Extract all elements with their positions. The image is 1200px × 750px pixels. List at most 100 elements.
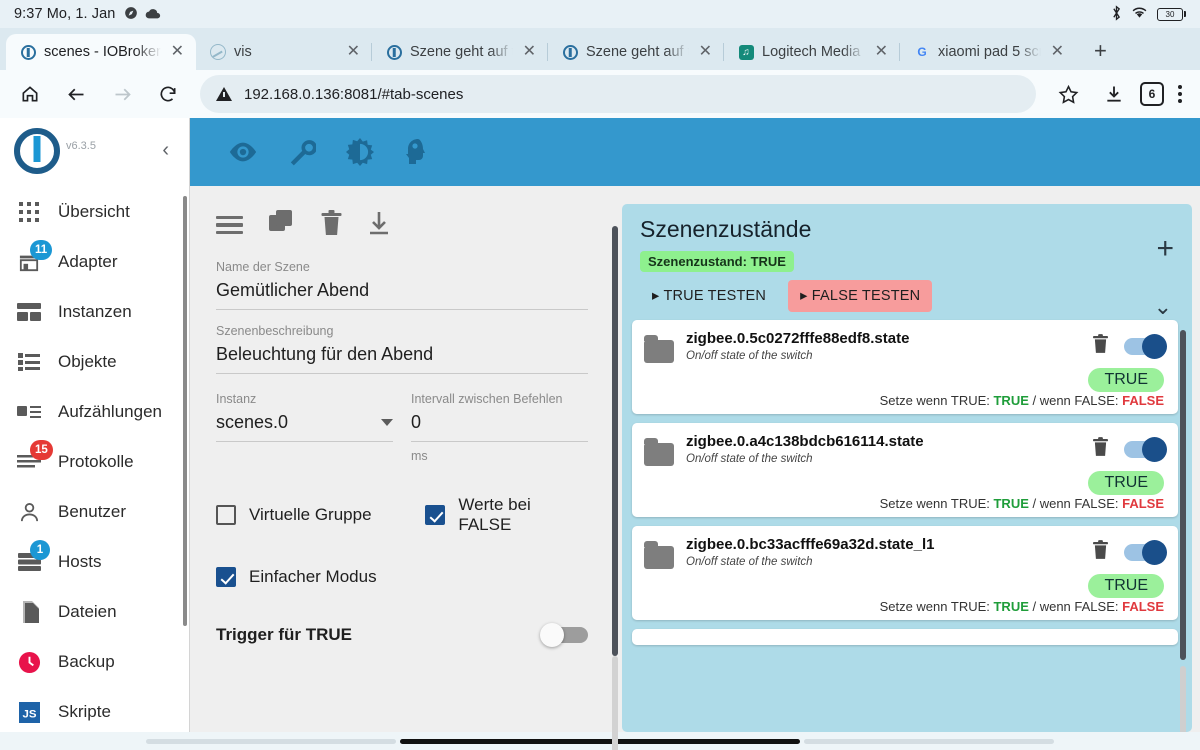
menu-icon[interactable] — [216, 215, 243, 235]
reload-icon[interactable] — [148, 74, 188, 114]
delete-icon[interactable] — [1093, 540, 1108, 564]
state-card-footer: Setze wenn TRUE: TRUE / wenn FALSE: FALS… — [644, 393, 1164, 408]
bookmark-star-icon[interactable] — [1048, 74, 1088, 114]
sidebar-item-objekte[interactable]: Objekte — [0, 337, 189, 387]
kebab-menu-icon[interactable] — [1170, 77, 1190, 111]
status-system-icons: 30 — [1111, 4, 1186, 24]
sidebar-item-label: Skripte — [58, 702, 111, 721]
browser-tab-xiaomi[interactable]: G xiaomi pad 5 screenshot ✕ — [899, 34, 1076, 70]
instance-field[interactable]: Instanz scenes.0 — [216, 392, 393, 463]
tab-count-button[interactable]: 6 — [1140, 82, 1164, 106]
status-notification-icons — [124, 6, 161, 23]
expert-head-icon[interactable] — [404, 138, 430, 166]
set-prefix: Setze wenn TRUE: — [879, 599, 994, 614]
state-card-texts: zigbee.0.bc33acfffe69a32d.state_l1 On/of… — [686, 536, 1081, 568]
checkbox-box[interactable] — [216, 505, 236, 525]
download-icon[interactable] — [1094, 74, 1134, 114]
state-enable-toggle[interactable] — [1124, 539, 1167, 565]
home-icon[interactable] — [10, 74, 50, 114]
close-icon[interactable]: ✕ — [1049, 42, 1066, 62]
state-description: On/off state of the switch — [686, 453, 813, 465]
checkbox-box[interactable] — [425, 505, 446, 525]
tab-title: Szene geht auf true — [586, 44, 689, 60]
delete-icon[interactable] — [1093, 437, 1108, 461]
states-scrollbar[interactable] — [1180, 330, 1186, 660]
checkbox-einfacher-modus[interactable]: Einfacher Modus — [216, 567, 377, 587]
sidebar-item-dateien[interactable]: Dateien — [0, 587, 189, 637]
eye-icon[interactable] — [228, 141, 258, 163]
tab-title: vis — [234, 44, 252, 60]
browser-tab-szene-true-2[interactable]: Szene geht auf true ✕ — [547, 34, 724, 70]
browser-tab-vis[interactable]: vis ✕ — [196, 34, 372, 70]
scene-form: Name der Szene Gemütlicher Abend Szenenb… — [190, 186, 618, 750]
checkbox-virtuelle-gruppe[interactable]: Virtuelle Gruppe — [216, 505, 425, 525]
sidebar-item-aufzaehlungen[interactable]: Aufzählungen — [0, 387, 189, 437]
trigger-true-row: Trigger für TRUE — [216, 623, 588, 647]
sidebar-item-label: Benutzer — [58, 502, 127, 521]
file-icon — [16, 599, 42, 625]
new-tab-button[interactable]: + — [1084, 40, 1117, 62]
set-false-value: FALSE — [1122, 393, 1164, 408]
scene-states-panel: Szenenzustände Szenenzustand: TRUE ▸ TRU… — [622, 204, 1192, 732]
back-icon[interactable] — [56, 74, 96, 114]
state-card-partial[interactable] — [632, 629, 1178, 645]
state-enable-toggle[interactable] — [1124, 333, 1167, 359]
sidebar-item-benutzer[interactable]: Benutzer — [0, 487, 189, 537]
google-icon: G — [917, 45, 927, 59]
folder-icon — [644, 335, 674, 363]
browser-tab-logitech[interactable]: ♫ Logitech Media Server ✕ — [723, 34, 900, 70]
nav-gesture-handle[interactable] — [400, 738, 800, 744]
scene-description-input[interactable]: Beleuchtung für den Abend — [216, 338, 588, 373]
sidebar-scrollbar[interactable] — [183, 196, 187, 626]
set-false-value: FALSE — [1122, 599, 1164, 614]
test-false-button[interactable]: ▸ FALSE TESTEN — [788, 280, 933, 312]
trigger-true-toggle[interactable] — [540, 623, 588, 647]
scene-name-input[interactable]: Gemütlicher Abend — [216, 274, 588, 309]
close-icon[interactable]: ✕ — [697, 42, 714, 62]
sidebar-item-protokolle[interactable]: 15 Protokolle — [0, 437, 189, 487]
close-icon[interactable]: ✕ — [345, 42, 362, 62]
sidebar-item-hosts[interactable]: 1 Hosts — [0, 537, 189, 587]
shop-icon: 11 — [16, 240, 53, 275]
state-card[interactable]: zigbee.0.bc33acfffe69a32d.state_l1 On/of… — [632, 526, 1178, 620]
contrast-icon[interactable] — [346, 138, 374, 166]
sidebar-item-instanzen[interactable]: Instanzen — [0, 287, 189, 337]
interval-input[interactable]: 0 — [411, 406, 588, 441]
test-true-button[interactable]: ▸ TRUE TESTEN — [640, 280, 778, 312]
svg-text:JS: JS — [22, 708, 36, 720]
checkbox-werte-bei-false[interactable]: Werte bei FALSE — [425, 495, 588, 535]
state-enable-toggle[interactable] — [1124, 436, 1167, 462]
interval-field[interactable]: Intervall zwischen Befehlen 0 ms — [411, 392, 588, 463]
checkbox-box[interactable] — [216, 567, 236, 587]
instance-select[interactable]: scenes.0 — [216, 406, 393, 441]
scene-name-field[interactable]: Name der Szene Gemütlicher Abend — [216, 260, 588, 310]
wrench-icon[interactable] — [288, 138, 316, 166]
scene-description-field[interactable]: Szenenbeschreibung Beleuchtung für den A… — [216, 324, 588, 374]
set-prefix: Setze wenn TRUE: — [879, 393, 994, 408]
download-icon[interactable] — [368, 211, 390, 240]
delete-icon[interactable] — [321, 209, 342, 241]
add-state-button[interactable]: + — [1156, 234, 1174, 264]
sidebar-item-backup[interactable]: Backup — [0, 637, 189, 687]
browser-tab-szene-true-1[interactable]: Szene geht auf true ✕ — [371, 34, 548, 70]
sidebar-item-uebersicht[interactable]: Übersicht — [0, 187, 189, 237]
delete-icon[interactable] — [1093, 334, 1108, 358]
close-icon[interactable]: ✕ — [521, 42, 538, 62]
state-description: On/off state of the switch — [686, 556, 813, 568]
address-bar[interactable]: 192.168.0.136:8081/#tab-scenes — [200, 75, 1036, 113]
close-icon[interactable]: ✕ — [873, 42, 890, 62]
close-icon[interactable]: ✕ — [169, 42, 186, 62]
sidebar-item-skripte[interactable]: JS Skripte — [0, 687, 189, 737]
chevron-down-icon[interactable]: ⌄ — [1154, 296, 1172, 318]
forward-icon[interactable] — [102, 74, 142, 114]
sidebar-logo: v6.3.5 ‹ — [0, 118, 189, 183]
state-card[interactable]: zigbee.0.5c0272fffe88edf8.state On/off s… — [632, 320, 1178, 414]
browser-tab-scenes[interactable]: scenes - IOBroker ✕ — [6, 34, 196, 70]
sidebar-item-adapter[interactable]: 11 Adapter — [0, 237, 189, 287]
state-card-controls — [1093, 536, 1167, 565]
state-card[interactable]: zigbee.0.a4c138bdcb616114.state On/off s… — [632, 423, 1178, 517]
grid-icon — [16, 199, 42, 225]
copy-icon[interactable] — [269, 209, 295, 241]
form-scrollbar[interactable] — [612, 226, 618, 656]
sidebar-collapse-button[interactable]: ‹ — [156, 133, 175, 168]
